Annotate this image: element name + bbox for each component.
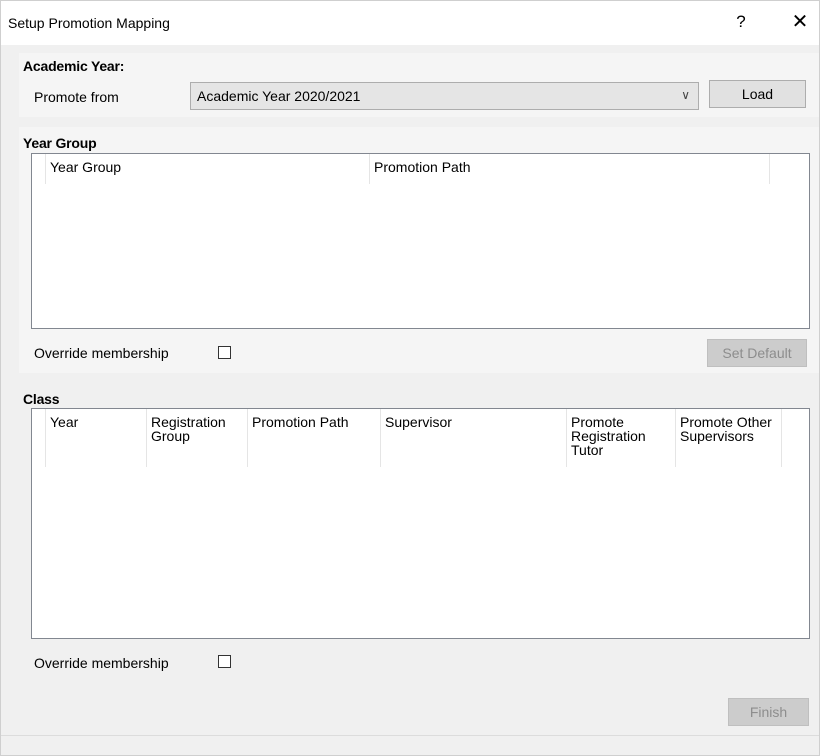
academic-year-selected-value: Academic Year 2020/2021 — [197, 88, 361, 104]
class-override-checkbox[interactable] — [218, 655, 231, 668]
class-grid[interactable]: Year Registration Group Promotion Path S… — [31, 408, 810, 639]
finish-button[interactable]: Finish — [728, 698, 809, 726]
column-header-promotion-path[interactable]: Promotion Path — [370, 154, 770, 184]
set-default-button[interactable]: Set Default — [707, 339, 807, 367]
column-header-year-group[interactable]: Year Group — [46, 154, 370, 184]
column-header-year[interactable]: Year — [46, 409, 147, 467]
row-header-column — [32, 409, 46, 467]
row-header-column — [32, 154, 46, 184]
column-header-supervisor[interactable]: Supervisor — [381, 409, 567, 467]
column-header-promotion-path[interactable]: Promotion Path — [248, 409, 381, 467]
academic-year-heading: Academic Year: — [23, 58, 125, 74]
load-button[interactable]: Load — [709, 80, 806, 108]
title-bar: Setup Promotion Mapping ? ✕ — [1, 1, 819, 45]
column-header-promote-registration-tutor[interactable]: Promote Registration Tutor — [567, 409, 676, 467]
help-button[interactable]: ? — [729, 9, 753, 35]
year-group-heading: Year Group — [23, 135, 97, 151]
promote-from-label: Promote from — [34, 89, 119, 105]
column-header-promote-other-supervisors[interactable]: Promote Other Supervisors — [676, 409, 782, 467]
setup-promotion-mapping-dialog: Setup Promotion Mapping ? ✕ Academic Yea… — [0, 0, 820, 756]
chevron-down-icon[interactable]: ∨ — [681, 88, 690, 102]
class-override-label: Override membership — [34, 655, 169, 671]
year-group-override-label: Override membership — [34, 345, 169, 361]
year-group-override-checkbox[interactable] — [218, 346, 231, 359]
window-title: Setup Promotion Mapping — [8, 15, 170, 31]
class-heading: Class — [23, 391, 60, 407]
academic-year-select[interactable]: Academic Year 2020/2021 ∨ — [190, 82, 699, 110]
column-header-registration-group[interactable]: Registration Group — [147, 409, 248, 467]
year-group-grid[interactable]: Year Group Promotion Path — [31, 153, 810, 329]
footer-divider — [1, 735, 819, 736]
close-button[interactable]: ✕ — [787, 9, 813, 35]
